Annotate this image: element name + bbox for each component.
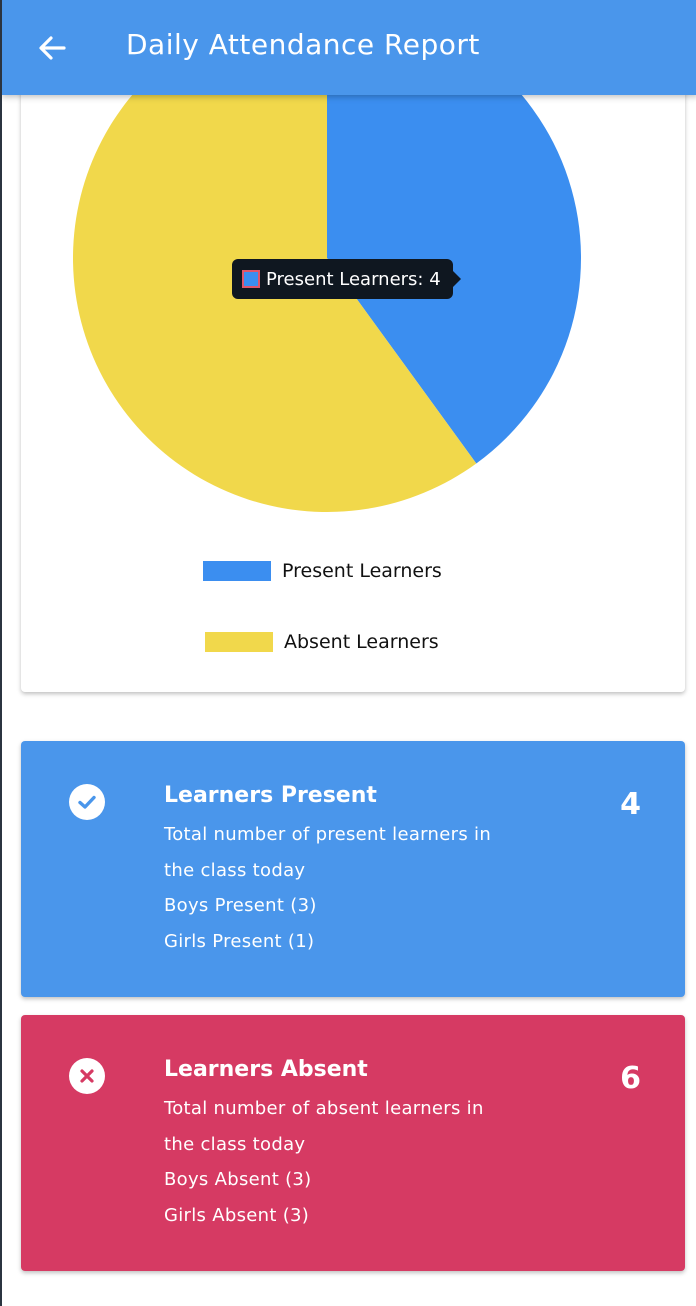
legend-label-present: Present Learners [282, 560, 442, 582]
screen: Present Learners: 4 Present Learners Abs… [0, 0, 696, 1306]
close-circle-icon [69, 1058, 105, 1094]
legend-swatch-absent [205, 632, 273, 652]
present-card-title: Learners Present [164, 783, 377, 808]
absent-description-line-1: Total number of absent learners in [164, 1098, 484, 1119]
arrow-left-icon [39, 36, 66, 60]
page-title: Daily Attendance Report [126, 28, 480, 61]
legend-label-absent: Absent Learners [284, 631, 439, 653]
legend-item-absent[interactable]: Absent Learners [205, 631, 439, 653]
learners-absent-card[interactable]: Learners Absent 6 Total number of absent… [21, 1015, 685, 1271]
present-description-line-2: the class today [164, 860, 306, 881]
absent-card-title: Learners Absent [164, 1057, 368, 1082]
tooltip-text: Present Learners: 4 [266, 268, 441, 290]
tooltip-swatch [242, 270, 260, 288]
chart-tooltip: Present Learners: 4 [232, 259, 461, 299]
present-count: 4 [620, 787, 641, 822]
absent-count: 6 [620, 1061, 641, 1096]
learners-present-card[interactable]: Learners Present 4 Total number of prese… [21, 741, 685, 997]
legend-item-present[interactable]: Present Learners [203, 560, 442, 582]
boys-present-text: Boys Present (3) [164, 895, 317, 916]
legend-swatch-present [203, 561, 271, 581]
absent-description-line-2: the class today [164, 1134, 306, 1155]
girls-absent-text: Girls Absent (3) [164, 1205, 310, 1226]
pie-chart [73, 60, 581, 512]
app-bar: Daily Attendance Report [2, 0, 696, 95]
present-description-line-1: Total number of present learners in [164, 824, 492, 845]
back-button[interactable] [30, 26, 74, 70]
chart-card: Present Learners: 4 Present Learners Abs… [21, 60, 685, 692]
girls-present-text: Girls Present (1) [164, 931, 315, 952]
check-circle-icon [69, 784, 105, 820]
boys-absent-text: Boys Absent (3) [164, 1169, 312, 1190]
